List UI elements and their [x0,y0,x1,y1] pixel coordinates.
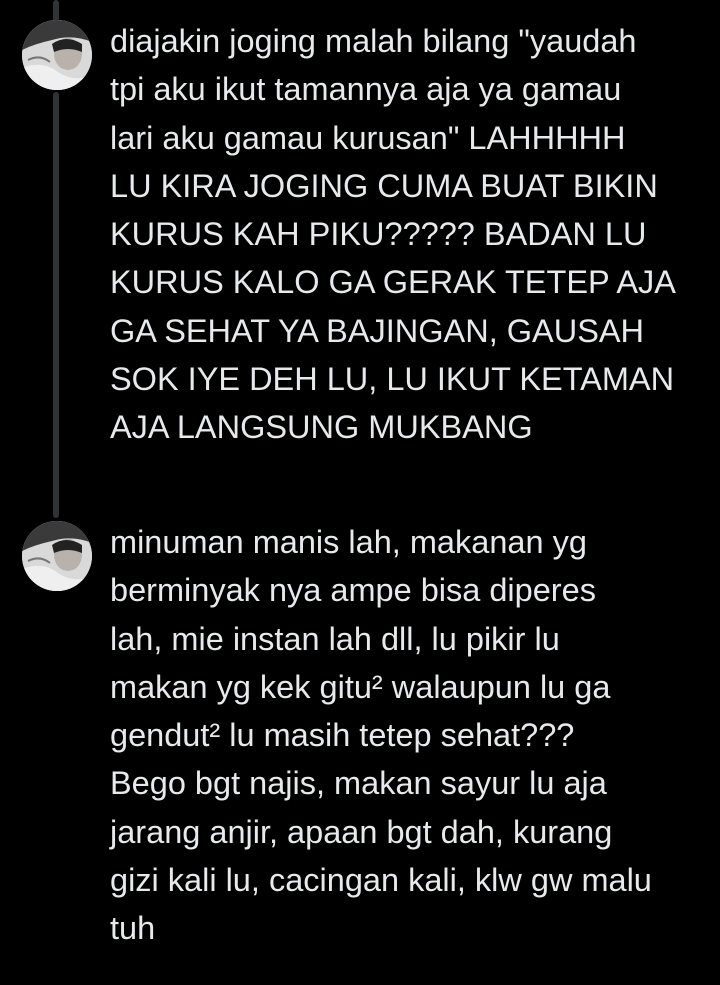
thread-connector-line [53,92,59,518]
post-text-line: lah, mie instan lah dll, lu pikir lu [110,620,560,657]
post-text-line: gizi kali lu, cacingan kali, klw gw malu [110,862,652,899]
post-text-line: KURUS KALO GA GERAK TETEP AJA [110,264,676,301]
post-text-line: tpi aku ikut tamannya aja ya gamau [110,71,622,108]
post-text-line: Bego bgt najis, makan sayur lu aja [110,765,607,802]
profile-photo-avatar-icon [22,521,92,591]
thread-connector-line [53,0,59,22]
post-text-line: diajakin joging malah bilang "yaudah [110,23,637,59]
post-text-line: lari aku gamau kurusan" LAHHHHH [110,119,626,156]
profile-photo-avatar-icon [22,20,92,90]
post-text-line: SOK IYE DEH LU, LU IKUT KETAMAN [110,361,675,398]
post-text-line: tuh [110,910,156,947]
post-text-line: minuman manis lah, makanan yg [110,524,587,560]
post-text-line: GA SEHAT YA BAJINGAN, GAUSAH [110,312,645,349]
post-text-line: LU KIRA JOGING CUMA BUAT BIKIN [110,167,658,204]
post-text-line: KURUS KAH PIKU????? BADAN LU [110,216,647,253]
post-text-line: berminyak nya ampe bisa diperes [110,572,596,609]
avatar[interactable] [22,20,92,90]
post-text: minuman manis lah, makanan yg berminyak … [110,518,710,953]
post-text-line: jarang anjir, apaan bgt dah, kurang [110,813,613,850]
post-text-line: gendut² lu masih tetep sehat??? [110,717,575,754]
avatar[interactable] [22,521,92,591]
post-text-line: AJA LANGSUNG MUKBANG [110,409,533,446]
post-text-line: makan yg kek gitu² walaupun lu ga [110,668,611,705]
post-text: diajakin joging malah bilang "yaudah tpi… [110,17,710,452]
